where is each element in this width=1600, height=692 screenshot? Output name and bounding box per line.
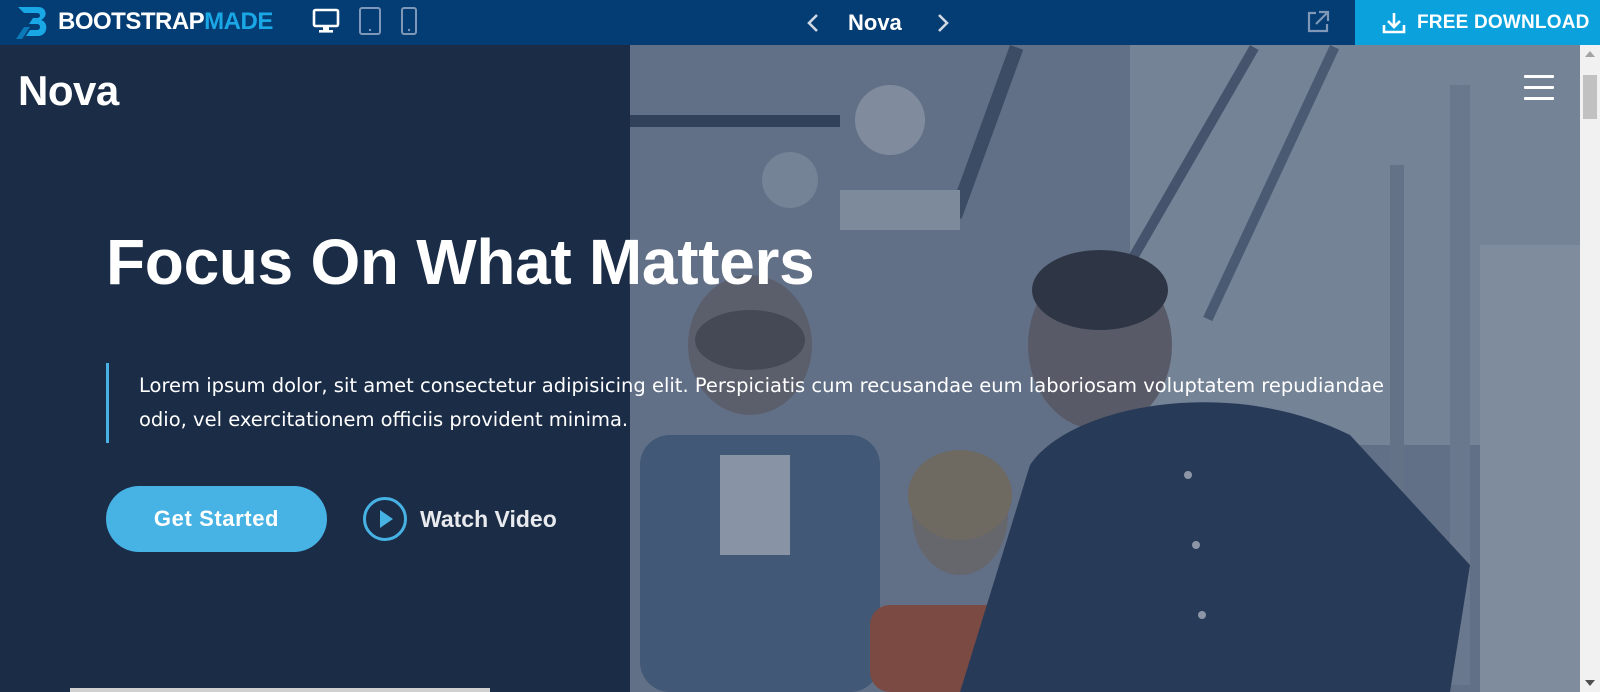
next-demo-button[interactable] [930, 10, 956, 36]
demo-navigator: Nova [800, 0, 956, 45]
vertical-scrollbar[interactable] [1580, 45, 1600, 692]
bootstrapmade-logo[interactable]: BOOTSTRAPMADE [14, 3, 273, 41]
horizontal-scrollbar-thumb[interactable] [70, 688, 490, 692]
brand-name: BOOTSTRAPMADE [58, 10, 273, 34]
demo-title: Nova [848, 9, 902, 35]
brand-name-part2: MADE [204, 8, 273, 35]
watch-video-button[interactable]: Watch Video [362, 496, 557, 542]
free-download-label: FREE DOWNLOAD [1417, 11, 1590, 33]
chevron-right-icon [937, 13, 949, 32]
external-link-icon[interactable] [1305, 9, 1331, 35]
download-icon [1382, 12, 1406, 33]
desktop-icon[interactable] [312, 7, 340, 35]
scroll-up-arrow-icon[interactable] [1580, 45, 1600, 63]
hero-title: Focus On What Matters [106, 226, 815, 298]
site-logo[interactable]: Nova [18, 67, 119, 115]
hero-section: Nova Focus On What Matters Lorem ipsum d… [0, 45, 1580, 692]
scrollbar-thumb[interactable] [1583, 75, 1597, 119]
tablet-icon[interactable] [358, 6, 382, 36]
previous-demo-button[interactable] [800, 10, 826, 36]
brand-name-part1: BOOTSTRAP [58, 8, 205, 35]
hero-description: Lorem ipsum dolor, sit amet consectetur … [106, 363, 1436, 443]
scroll-down-arrow-icon[interactable] [1580, 674, 1600, 692]
get-started-button[interactable]: Get Started [106, 486, 327, 552]
device-switcher [312, 6, 418, 36]
phone-icon[interactable] [400, 6, 418, 36]
watch-video-label: Watch Video [420, 505, 557, 532]
menu-toggle-icon[interactable] [1524, 75, 1554, 101]
preview-topbar: BOOTSTRAPMADE Nova FREE DOWNLOAD [0, 0, 1600, 45]
free-download-button[interactable]: FREE DOWNLOAD [1355, 0, 1600, 45]
play-circle-icon [363, 497, 407, 541]
bootstrapmade-logo-icon [16, 7, 47, 39]
chevron-left-icon [807, 13, 818, 32]
